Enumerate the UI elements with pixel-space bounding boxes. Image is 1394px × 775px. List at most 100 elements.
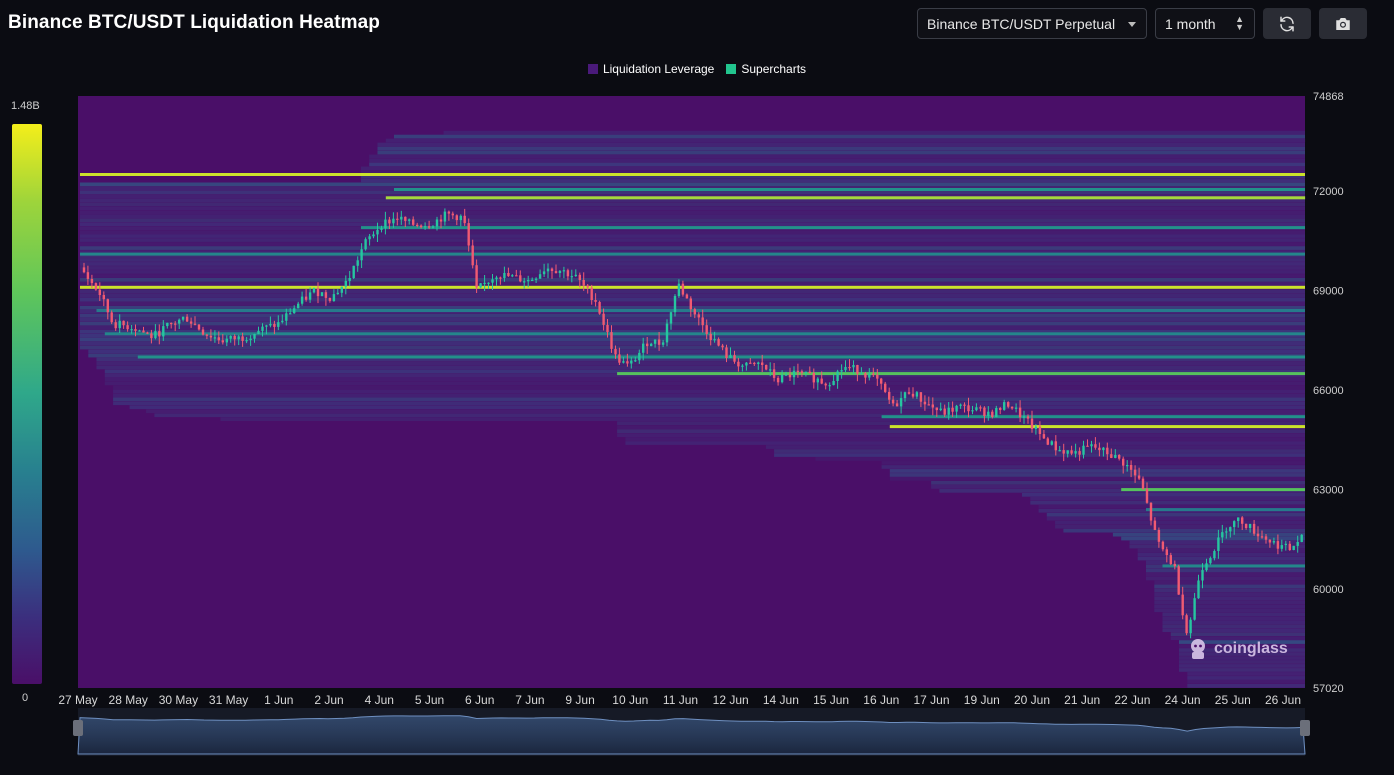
liquidation-band (80, 182, 1305, 187)
candle-body (721, 345, 724, 348)
candle-body (94, 283, 98, 290)
candle-body (158, 331, 161, 337)
candle-body (828, 385, 831, 387)
x-tick-label: 14 Jun (763, 693, 799, 707)
chevron-down-icon (1128, 22, 1136, 27)
candle-body (899, 398, 903, 407)
candle-body (661, 342, 665, 345)
candle-body (229, 336, 232, 339)
candle-body (780, 375, 784, 383)
liquidation-band (369, 154, 1305, 159)
liquidation-band (80, 262, 1305, 266)
candle-body (812, 373, 815, 383)
liquidation-band (625, 441, 1305, 445)
candle-body (293, 308, 296, 314)
candle-body (868, 373, 871, 378)
candle-body (439, 219, 443, 222)
candle-body (261, 326, 264, 331)
candle-body (1296, 542, 1299, 546)
liquidation-band (1030, 500, 1305, 505)
candle-body (864, 373, 867, 378)
liquidation-band (1137, 552, 1305, 557)
legend-item-supercharts[interactable]: Supercharts (726, 62, 806, 76)
liquidation-band (1162, 624, 1305, 628)
liquidation-level (137, 355, 1305, 359)
liquidation-band (1146, 572, 1305, 577)
liquidation-band (774, 449, 1305, 453)
candle-body (217, 337, 220, 341)
liquidation-band (104, 381, 1305, 386)
navigator-handle-right[interactable] (1300, 720, 1310, 736)
candle-body (408, 219, 411, 221)
candle-body (285, 313, 288, 321)
candle-body (388, 219, 391, 224)
candle-body (1133, 469, 1137, 476)
liquidation-band (394, 134, 1305, 139)
watermark-text: coinglass (1214, 640, 1288, 657)
liquidation-band (80, 222, 1305, 226)
candle-body (534, 278, 538, 280)
candle-body (598, 302, 601, 314)
legend-item-liquidation-leverage[interactable]: Liquidation Leverage (587, 62, 715, 76)
y-tick-label: 57020 (1313, 683, 1344, 695)
candle-body (352, 265, 355, 278)
liquidation-band (88, 349, 1305, 354)
candle-body (1141, 478, 1145, 489)
liquidation-band (129, 405, 1306, 410)
range-select[interactable]: 1 month ▲ ▼ (1155, 8, 1255, 39)
liquidation-band (80, 242, 1305, 246)
candle-body (400, 216, 403, 220)
range-navigator[interactable] (73, 708, 1310, 756)
liquidation-band (80, 218, 1305, 222)
refresh-button[interactable] (1263, 8, 1311, 39)
candle-body (1268, 539, 1272, 543)
liquidation-band (96, 361, 1305, 366)
liquidation-band (931, 481, 1305, 485)
candle-body (808, 371, 811, 373)
candle-body (1201, 570, 1204, 581)
candle-body (765, 365, 768, 370)
x-axis: 27 May 28 May 30 May 31 May 1 Jun 2 Jun 4 Jun 5… (58, 693, 1301, 707)
candle-body (487, 282, 490, 284)
liquidation-band (369, 158, 1305, 163)
x-tick-label: 1 Jun (264, 693, 293, 707)
x-tick-label: 2 Jun (314, 693, 343, 707)
candle-body (431, 226, 435, 228)
candle-body (138, 330, 141, 332)
candle-body (1014, 407, 1018, 409)
candle-body (967, 405, 970, 412)
x-tick-label: 11 Jun (663, 693, 698, 707)
candle-body (1118, 455, 1121, 459)
liquidation-level (1146, 508, 1305, 512)
liquidation-band (377, 146, 1305, 151)
liquidation-band (80, 270, 1305, 274)
coinglass-logo-icon (1191, 639, 1205, 659)
x-tick-label: 16 Jun (863, 693, 899, 707)
candle-body (880, 378, 883, 384)
candle-body (360, 249, 363, 261)
candle-body (523, 281, 526, 283)
candle-body (1193, 598, 1196, 620)
candle-body (1209, 558, 1212, 564)
liquidation-band (80, 238, 1305, 242)
page-title: Binance BTC/USDT Liquidation Heatmap (8, 12, 381, 33)
liquidation-band (1154, 584, 1305, 589)
navigator-handle-left[interactable] (73, 720, 83, 736)
liquidation-band (1146, 568, 1305, 573)
y-tick-label: 60000 (1313, 584, 1344, 596)
liquidation-band (1162, 628, 1305, 632)
market-select[interactable]: Binance BTC/USDT Perpetual (917, 8, 1147, 39)
candle-body (951, 407, 954, 412)
candle-body (745, 362, 748, 366)
liquidation-band (80, 274, 1305, 278)
candle-body (796, 370, 800, 372)
candle-body (713, 339, 716, 341)
candle-body (1082, 445, 1085, 455)
candle-body (316, 288, 320, 297)
liquidation-band (80, 337, 1305, 342)
candle-body (570, 276, 573, 278)
screenshot-button[interactable] (1319, 8, 1367, 39)
heatmap-chart[interactable]: 74868 72000 69000 66000 63000 60000 57020 27 M… (0, 88, 1394, 768)
legend-label: Liquidation Leverage (602, 62, 715, 76)
candle-body (332, 294, 336, 301)
